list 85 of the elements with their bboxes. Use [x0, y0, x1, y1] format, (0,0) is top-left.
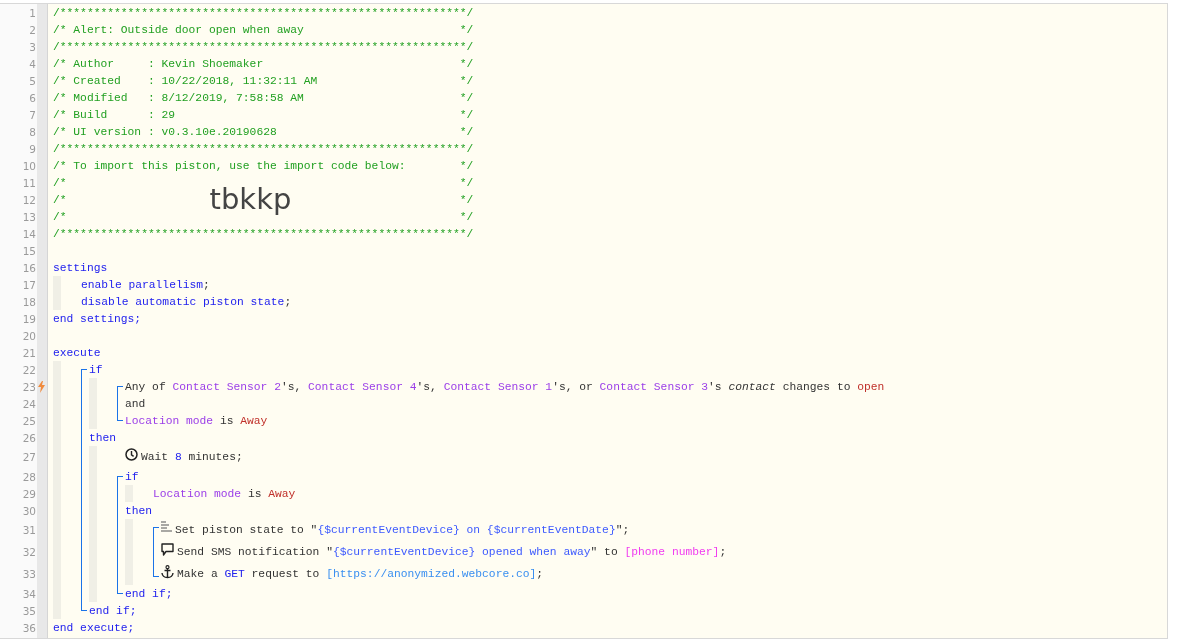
speech-bubble-icon [161, 543, 174, 556]
code-line: end execute; [53, 621, 135, 634]
line-number: 8 [29, 125, 36, 138]
line-number: 6 [29, 91, 36, 104]
code-line: disable automatic piston state; [81, 295, 292, 308]
line-number: 23 [22, 380, 36, 393]
clock-icon [125, 448, 138, 461]
line-number: 14 [22, 227, 36, 240]
line-number: 18 [22, 295, 36, 308]
comment-text: /* [53, 210, 67, 223]
line-number: 19 [22, 312, 36, 325]
comment-text: /* Build : 29 [53, 108, 176, 121]
line-number: 12 [22, 193, 36, 206]
comment-text: /************************************************************/ [53, 40, 474, 53]
comment-text: */ [459, 108, 474, 121]
comment-text: /* [53, 176, 67, 189]
code-line: if [89, 363, 103, 376]
comment-text: */ [459, 210, 474, 223]
line-number: 36 [22, 621, 36, 634]
code-line: enable parallelism; [81, 278, 210, 291]
comment-text: */ [459, 57, 474, 70]
code-line: then [89, 431, 117, 444]
line-number: 13 [22, 210, 36, 223]
code-line: execute [53, 346, 101, 359]
line-number: 34 [22, 587, 36, 600]
line-number: 10 [22, 159, 36, 172]
line-number: 3 [29, 40, 36, 53]
line-number: 16 [22, 261, 36, 274]
code-line: Send SMS notification "{$currentEventDevice} opened when away" to [phone number]; [177, 546, 727, 558]
line-number: 2 [29, 23, 36, 36]
line-number: 30 [22, 504, 36, 517]
code-line: end if; [125, 587, 173, 600]
anchor-icon [161, 565, 174, 579]
comment-text: */ [459, 91, 474, 104]
comment-text: */ [459, 23, 474, 36]
line-number: 28 [22, 470, 36, 483]
code-line: Location mode is Away [153, 487, 296, 500]
line-number: 24 [22, 397, 36, 410]
comment-text: /************************************************************/ [53, 227, 474, 240]
list-icon [161, 521, 172, 532]
code-line: end settings; [53, 312, 142, 325]
comment-text: */ [459, 74, 474, 87]
line-number: 1 [29, 6, 36, 19]
line-number: 35 [22, 604, 36, 617]
code-line: Set piston state to "{$currentEventDevice} on {$currentEventDate}"; [175, 524, 630, 536]
comment-text: /************************************************************/ [53, 6, 474, 19]
comment-text: */ [459, 125, 474, 138]
line-number: 9 [29, 142, 36, 155]
code-line: Location mode is Away [125, 414, 268, 427]
comment-text: /* Created : 10/22/2018, 11:32:11 AM [53, 74, 318, 87]
comment-text: */ [459, 193, 474, 206]
line-number: 25 [22, 414, 36, 427]
line-number: 11 [22, 176, 36, 189]
line-number: 5 [29, 74, 36, 87]
code-line: Any of Contact Sensor 2's, Contact Sensor 4's, Contact Sensor 1's, or Contact Sensor 3's contact changes to open [125, 380, 885, 393]
code-line: Wait 8 minutes; [141, 451, 243, 463]
comment-text: /* Modified : 8/12/2019, 7:58:58 AM [53, 91, 304, 104]
line-number: 32 [22, 546, 36, 558]
line-number: 20 [22, 329, 36, 342]
comment-text: */ [459, 159, 474, 172]
comment-text: /* Alert: Outside door open when away [53, 23, 304, 36]
line-number: 4 [29, 57, 36, 70]
line-number: 17 [22, 278, 36, 291]
comment-text: /* To import this piston, use the import code below: [53, 159, 406, 172]
import-code: tbkkp [208, 182, 293, 217]
code-line: Make a GET request to [https://anonymized.webcore.co]; [177, 568, 544, 580]
code-line: and [125, 397, 146, 410]
comment-text: /************************************************************/ [53, 142, 474, 155]
code-line: then [125, 504, 153, 517]
comment-text: /* Author : Kevin Shoemaker [53, 57, 264, 70]
line-number: 29 [22, 487, 36, 500]
line-number: 27 [22, 451, 36, 463]
line-number: 21 [22, 346, 36, 359]
line-number: 22 [22, 363, 36, 376]
line-number: 15 [22, 244, 36, 257]
line-number: 33 [22, 568, 36, 580]
line-number: 7 [29, 108, 36, 121]
line-number: 26 [22, 431, 36, 444]
comment-text: /* UI version : v0.3.10e.20190628 [53, 125, 277, 138]
line-number: 31 [22, 524, 36, 536]
comment-text: /* [53, 193, 67, 206]
comment-text: */ [459, 176, 474, 189]
code-line: if [125, 470, 139, 483]
code-line: end if; [89, 604, 137, 617]
code-line: settings [53, 261, 108, 274]
